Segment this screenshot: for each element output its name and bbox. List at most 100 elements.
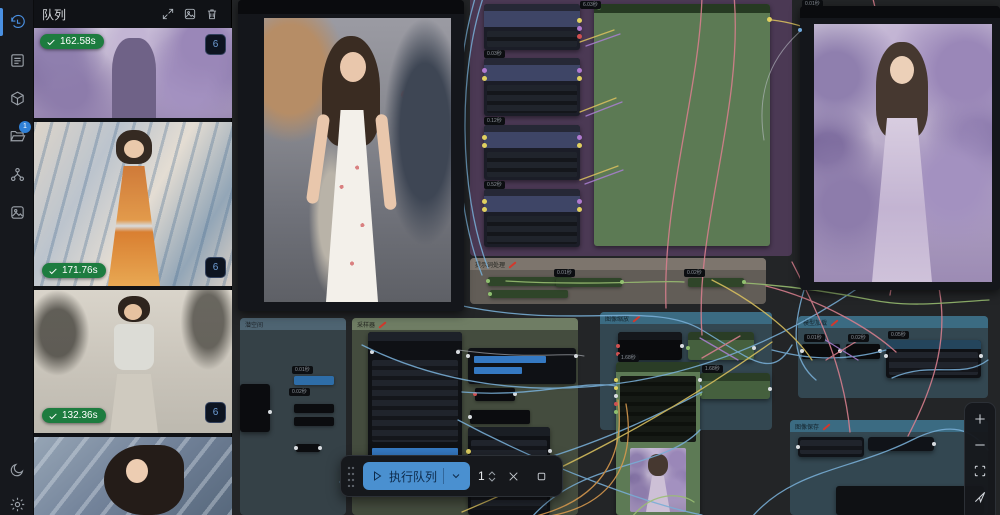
node-widget-rows[interactable] [620, 376, 696, 442]
port-dot[interactable] [577, 18, 582, 23]
port-dot[interactable] [798, 28, 802, 32]
zoom-out-button[interactable] [969, 434, 991, 455]
port-dot[interactable] [513, 392, 517, 396]
node-collapsed[interactable] [470, 410, 530, 424]
node-title-bar[interactable] [594, 4, 770, 13]
port-dot[interactable] [577, 68, 582, 73]
node-widget-rows[interactable] [487, 152, 577, 177]
port-dot[interactable] [482, 76, 487, 81]
node-clip-encode-3[interactable] [484, 125, 580, 180]
node-title-bar[interactable] [468, 427, 550, 436]
node-model-loader[interactable] [886, 340, 981, 378]
run-queue-button[interactable]: 执行队列 [363, 462, 470, 490]
port-dot[interactable] [482, 68, 487, 73]
port-dot[interactable] [482, 143, 487, 148]
node-collapsed[interactable] [294, 417, 334, 426]
node-resize-settings[interactable] [468, 348, 576, 384]
node-collapsed-text[interactable] [490, 290, 568, 298]
port-dot[interactable] [468, 415, 472, 419]
port-dot[interactable] [466, 449, 471, 454]
sidebar-item-node-library[interactable] [0, 43, 34, 77]
stop-button[interactable] [532, 466, 552, 486]
port-dot[interactable] [370, 350, 374, 354]
port-dot[interactable] [768, 387, 772, 391]
node-save-2[interactable] [868, 437, 934, 451]
node-widget-rows[interactable] [800, 440, 862, 454]
queue-item-2[interactable]: 171.76s 6 [34, 122, 232, 286]
node-widget-rows[interactable] [889, 352, 978, 375]
node-title-bar[interactable] [484, 58, 580, 65]
port-dot[interactable] [752, 346, 756, 350]
node-widget-rows[interactable] [372, 360, 458, 442]
node-latent-black[interactable] [240, 384, 270, 432]
widget-slider[interactable] [474, 356, 546, 363]
node-resize-green-2[interactable] [700, 373, 770, 399]
port-dot[interactable] [548, 449, 552, 453]
node-title-bar[interactable] [484, 125, 580, 132]
sidebar-item-node-map[interactable] [0, 157, 34, 191]
node-widget-rows[interactable] [487, 31, 577, 47]
port-dot[interactable] [616, 344, 620, 348]
node-title-bar[interactable] [800, 6, 1000, 18]
port-dot[interactable] [577, 207, 582, 212]
port-dot[interactable] [577, 26, 582, 31]
node-text-multiline[interactable] [594, 4, 770, 246]
port-dot[interactable] [482, 199, 487, 204]
node-title-bar[interactable] [368, 332, 462, 341]
fit-view-button[interactable] [969, 460, 991, 481]
port-dot[interactable] [577, 143, 582, 148]
node-preview-right[interactable] [800, 6, 1000, 290]
expand-panel-button[interactable] [157, 3, 179, 25]
port-dot[interactable] [767, 17, 772, 22]
node-save-1[interactable] [798, 437, 864, 457]
clear-button[interactable] [504, 466, 524, 486]
zoom-in-button[interactable] [969, 408, 991, 429]
port-dot[interactable] [884, 354, 888, 358]
port-dot[interactable] [878, 349, 882, 353]
node-title-bar[interactable] [886, 340, 981, 349]
node-widget-rows[interactable] [487, 216, 577, 244]
pan-mode-button[interactable] [969, 486, 991, 507]
port-dot[interactable] [686, 346, 690, 350]
node-resize-green[interactable] [688, 332, 754, 360]
queue-item-1[interactable]: 162.58s 6 [34, 28, 232, 118]
port-dot[interactable] [614, 386, 618, 390]
node-title-bar[interactable] [484, 189, 580, 196]
port-dot[interactable] [473, 392, 477, 396]
sidebar-item-queue-history[interactable] [0, 5, 34, 39]
queue-item-4[interactable] [34, 437, 232, 515]
port-dot[interactable] [698, 378, 702, 382]
batch-count-stepper[interactable] [488, 471, 496, 482]
node-title-bar[interactable] [484, 4, 580, 11]
port-dot[interactable] [577, 199, 582, 204]
port-dot[interactable] [486, 279, 490, 283]
port-dot[interactable] [796, 445, 800, 449]
node-collapsed-selected[interactable] [294, 376, 334, 385]
port-dot[interactable] [268, 410, 272, 414]
port-dot[interactable] [614, 378, 618, 382]
node-collapsed-text[interactable] [556, 278, 622, 287]
group-header[interactable]: 潜空间 [240, 318, 346, 330]
clear-queue-button[interactable] [201, 3, 223, 25]
port-dot[interactable] [620, 280, 624, 284]
sidebar-item-model-library[interactable] [0, 81, 34, 115]
group-header[interactable]: 图像保存 [790, 420, 988, 432]
port-dot[interactable] [488, 292, 492, 296]
port-dot[interactable] [800, 349, 804, 353]
group-header[interactable]: 图像缩放 [600, 312, 772, 324]
node-collapsed[interactable] [802, 344, 840, 359]
port-dot[interactable] [932, 442, 936, 446]
port-dot[interactable] [979, 354, 983, 358]
port-dot[interactable] [614, 394, 618, 398]
node-title-bar[interactable] [700, 373, 770, 381]
node-title-bar[interactable] [616, 362, 700, 372]
node-collapsed[interactable] [296, 444, 320, 452]
port-dot[interactable] [482, 207, 487, 212]
port-dot[interactable] [577, 34, 582, 39]
port-dot[interactable] [456, 350, 460, 354]
group-header[interactable]: 模型加载 [798, 316, 988, 328]
node-title-bar[interactable] [618, 332, 682, 340]
toolbar-drag-handle[interactable] [347, 465, 355, 487]
node-title-bar[interactable] [688, 332, 754, 340]
node-clip-encode-1[interactable] [484, 4, 580, 50]
